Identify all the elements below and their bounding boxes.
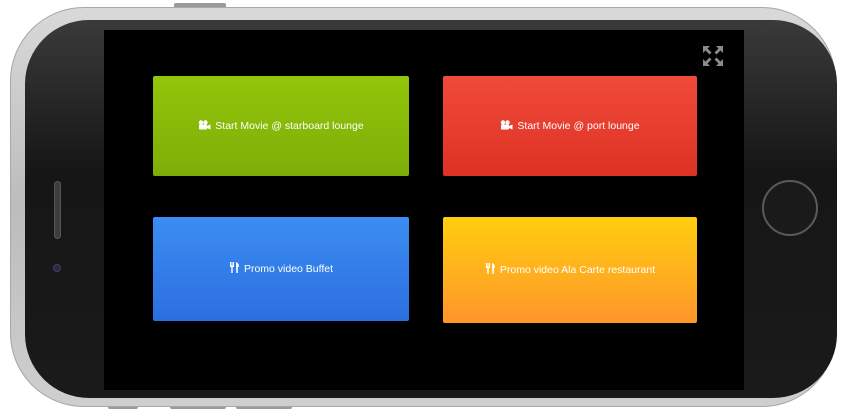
- tile-label: Start Movie @ port lounge: [517, 120, 640, 132]
- video-camera-icon: [198, 119, 215, 133]
- fullscreen-icon[interactable]: [702, 45, 724, 67]
- tile-label: Promo video Buffet: [243, 263, 334, 275]
- cutlery-icon: [485, 263, 500, 277]
- app-screen: Start Movie @ starboard lounge Start Mov…: [104, 30, 744, 390]
- start-movie-port-button[interactable]: Start Movie @ port lounge: [443, 76, 697, 176]
- earpiece-speaker: [54, 181, 61, 239]
- front-camera: [53, 264, 61, 272]
- page: Start Movie @ starboard lounge Start Mov…: [0, 0, 842, 412]
- tile-label: Start Movie @ starboard lounge: [215, 120, 364, 132]
- tile-label: Promo video Ala Carte restaurant: [499, 264, 656, 276]
- home-button[interactable]: [762, 180, 818, 236]
- cutlery-icon: [229, 262, 244, 276]
- promo-video-buffet-button[interactable]: Promo video Buffet: [153, 217, 409, 321]
- video-camera-icon: [500, 119, 517, 133]
- start-movie-starboard-button[interactable]: Start Movie @ starboard lounge: [153, 76, 409, 176]
- promo-video-ala-carte-button[interactable]: Promo video Ala Carte restaurant: [443, 217, 697, 323]
